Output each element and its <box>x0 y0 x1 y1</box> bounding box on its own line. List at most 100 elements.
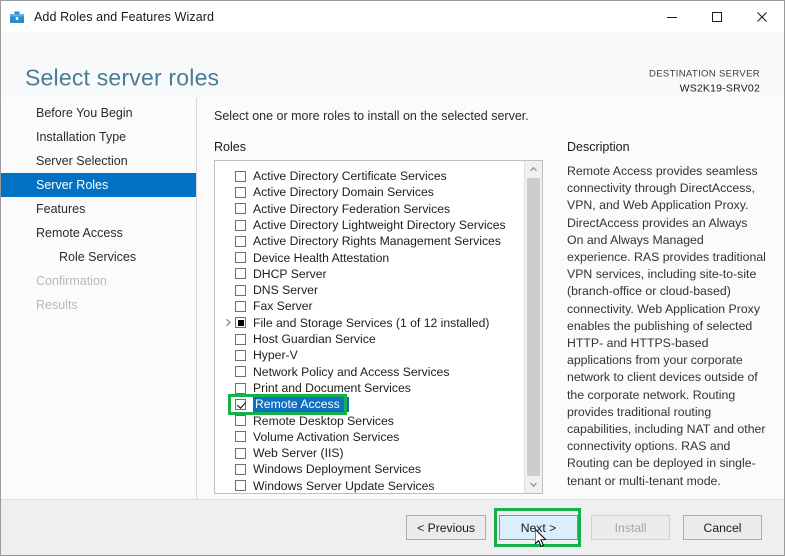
page-header: Select server roles DESTINATION SERVER W… <box>1 32 784 98</box>
close-button[interactable] <box>739 1 784 32</box>
role-label: Remote Access <box>253 396 349 412</box>
sidebar-item-label: Confirmation <box>36 274 107 288</box>
role-checkbox[interactable] <box>235 415 246 427</box>
role-row[interactable]: Print and Document Services <box>215 380 524 396</box>
role-row[interactable]: Active Directory Domain Services <box>215 184 524 200</box>
role-row[interactable]: Device Health Attestation <box>215 249 524 265</box>
role-label: Active Directory Federation Services <box>253 201 451 216</box>
role-label: DHCP Server <box>253 266 327 281</box>
role-label: Active Directory Domain Services <box>253 185 434 200</box>
previous-button[interactable]: < Previous <box>406 515 486 540</box>
roles-listbox[interactable]: Active Directory Certificate Services Act… <box>214 160 543 494</box>
destination-server-info: DESTINATION SERVER WS2K19-SRV02 <box>649 69 760 96</box>
role-row[interactable]: Host Guardian Service <box>215 331 524 347</box>
expand-arrow-icon[interactable] <box>222 318 235 327</box>
role-row[interactable]: Active Directory Federation Services <box>215 201 524 217</box>
roles-list[interactable]: Active Directory Certificate Services Act… <box>215 161 524 493</box>
role-checkbox[interactable] <box>235 170 246 182</box>
role-row[interactable]: File and Storage Services (1 of 12 insta… <box>215 315 524 331</box>
role-checkbox[interactable] <box>235 301 246 313</box>
role-checkbox[interactable] <box>235 235 246 247</box>
scroll-up-arrow-icon[interactable] <box>525 161 542 178</box>
role-checkbox[interactable] <box>235 382 246 394</box>
role-label: Windows Server Update Services <box>253 478 435 493</box>
role-checkbox[interactable] <box>235 463 246 475</box>
sidebar-item-label: Remote Access <box>36 226 123 240</box>
maximize-button[interactable] <box>694 1 739 32</box>
window-controls <box>649 1 784 32</box>
role-checkbox[interactable] <box>235 333 246 345</box>
role-row[interactable]: Windows Deployment Services <box>215 461 524 477</box>
sidebar-item-before-you-begin[interactable]: Before You Begin <box>1 101 196 125</box>
role-label: Print and Document Services <box>253 380 411 395</box>
role-checkbox[interactable] <box>235 252 246 264</box>
sidebar-item-label: Server Selection <box>36 154 128 168</box>
role-label: Active Directory Certificate Services <box>253 169 447 184</box>
role-row[interactable]: Remote Desktop Services <box>215 412 524 428</box>
scroll-down-arrow-icon[interactable] <box>525 476 542 493</box>
role-checkbox[interactable] <box>235 284 246 296</box>
role-row[interactable]: DNS Server <box>215 282 524 298</box>
role-checkbox[interactable] <box>235 349 246 361</box>
role-label: Remote Desktop Services <box>253 413 394 428</box>
sidebar-item-server-selection[interactable]: Server Selection <box>1 149 196 173</box>
role-checkbox[interactable] <box>235 447 246 459</box>
role-row[interactable]: Active Directory Certificate Services <box>215 168 524 184</box>
role-checkbox[interactable] <box>235 317 246 329</box>
roles-column: Roles Active Directory Certificate Servi… <box>214 123 543 499</box>
role-label: File and Storage Services (1 of 12 insta… <box>253 315 490 330</box>
description-title: Description <box>567 140 630 154</box>
role-checkbox[interactable] <box>235 203 246 215</box>
sidebar-item-features[interactable]: Features <box>1 197 196 221</box>
role-checkbox[interactable] <box>235 398 246 410</box>
roles-scrollbar[interactable] <box>524 161 542 493</box>
window-title: Add Roles and Features Wizard <box>34 9 215 24</box>
role-label: Host Guardian Service <box>253 332 376 347</box>
role-row[interactable]: Remote Access <box>215 396 524 412</box>
role-row[interactable]: Network Policy and Access Services <box>215 364 524 380</box>
role-row[interactable]: DHCP Server <box>215 266 524 282</box>
minimize-button[interactable] <box>649 1 694 32</box>
role-checkbox[interactable] <box>235 431 246 443</box>
add-roles-wizard-window: Add Roles and Features Wizard Select ser… <box>0 0 785 556</box>
destination-server-value: WS2K19-SRV02 <box>679 82 760 95</box>
sidebar-item-remote-access[interactable]: Remote Access <box>1 221 196 245</box>
role-label: Volume Activation Services <box>253 429 400 444</box>
sidebar-item-server-roles[interactable]: Server Roles <box>1 173 196 197</box>
role-label: Windows Deployment Services <box>253 462 421 477</box>
wizard-toolbox-icon <box>8 8 26 26</box>
role-checkbox[interactable] <box>235 366 246 378</box>
roles-label: Roles <box>214 140 246 154</box>
role-row[interactable]: Active Directory Lightweight Directory S… <box>215 217 524 233</box>
destination-server-label: DESTINATION SERVER <box>649 68 760 80</box>
description-column: Description Remote Access provides seaml… <box>543 123 767 499</box>
role-row[interactable]: Windows Server Update Services <box>215 478 524 493</box>
instruction-text: Select one or more roles to install on t… <box>214 109 529 123</box>
role-checkbox[interactable] <box>235 268 246 280</box>
sidebar-item-confirmation: Confirmation <box>1 269 196 293</box>
role-row[interactable]: Web Server (IIS) <box>215 445 524 461</box>
role-checkbox[interactable] <box>235 480 246 492</box>
role-label: Hyper-V <box>253 348 298 363</box>
role-label: Active Directory Rights Management Servi… <box>253 234 501 249</box>
sidebar-item-label: Role Services <box>59 250 137 264</box>
wizard-footer: < Previous Next > Install Cancel <box>1 499 784 555</box>
role-checkbox[interactable] <box>235 186 246 198</box>
sidebar-item-role-services[interactable]: Role Services <box>1 245 196 269</box>
sidebar-item-label: Installation Type <box>36 130 127 144</box>
role-row[interactable]: Active Directory Rights Management Servi… <box>215 233 524 249</box>
description-text: Remote Access provides seamless connecti… <box>567 164 766 488</box>
cancel-button[interactable]: Cancel <box>683 515 762 540</box>
next-button[interactable]: Next > <box>499 515 578 540</box>
content-columns: Roles Active Directory Certificate Servi… <box>197 123 784 499</box>
role-row[interactable]: Volume Activation Services <box>215 429 524 445</box>
role-row[interactable]: Fax Server <box>215 298 524 314</box>
role-checkbox[interactable] <box>235 219 246 231</box>
install-button: Install <box>591 515 670 540</box>
main-content: Select one or more roles to install on t… <box>197 98 784 499</box>
role-label: DNS Server <box>253 283 319 298</box>
role-row[interactable]: Hyper-V <box>215 347 524 363</box>
sidebar-item-label: Results <box>36 298 78 312</box>
scrollbar-thumb[interactable] <box>527 178 540 476</box>
sidebar-item-installation-type[interactable]: Installation Type <box>1 125 196 149</box>
